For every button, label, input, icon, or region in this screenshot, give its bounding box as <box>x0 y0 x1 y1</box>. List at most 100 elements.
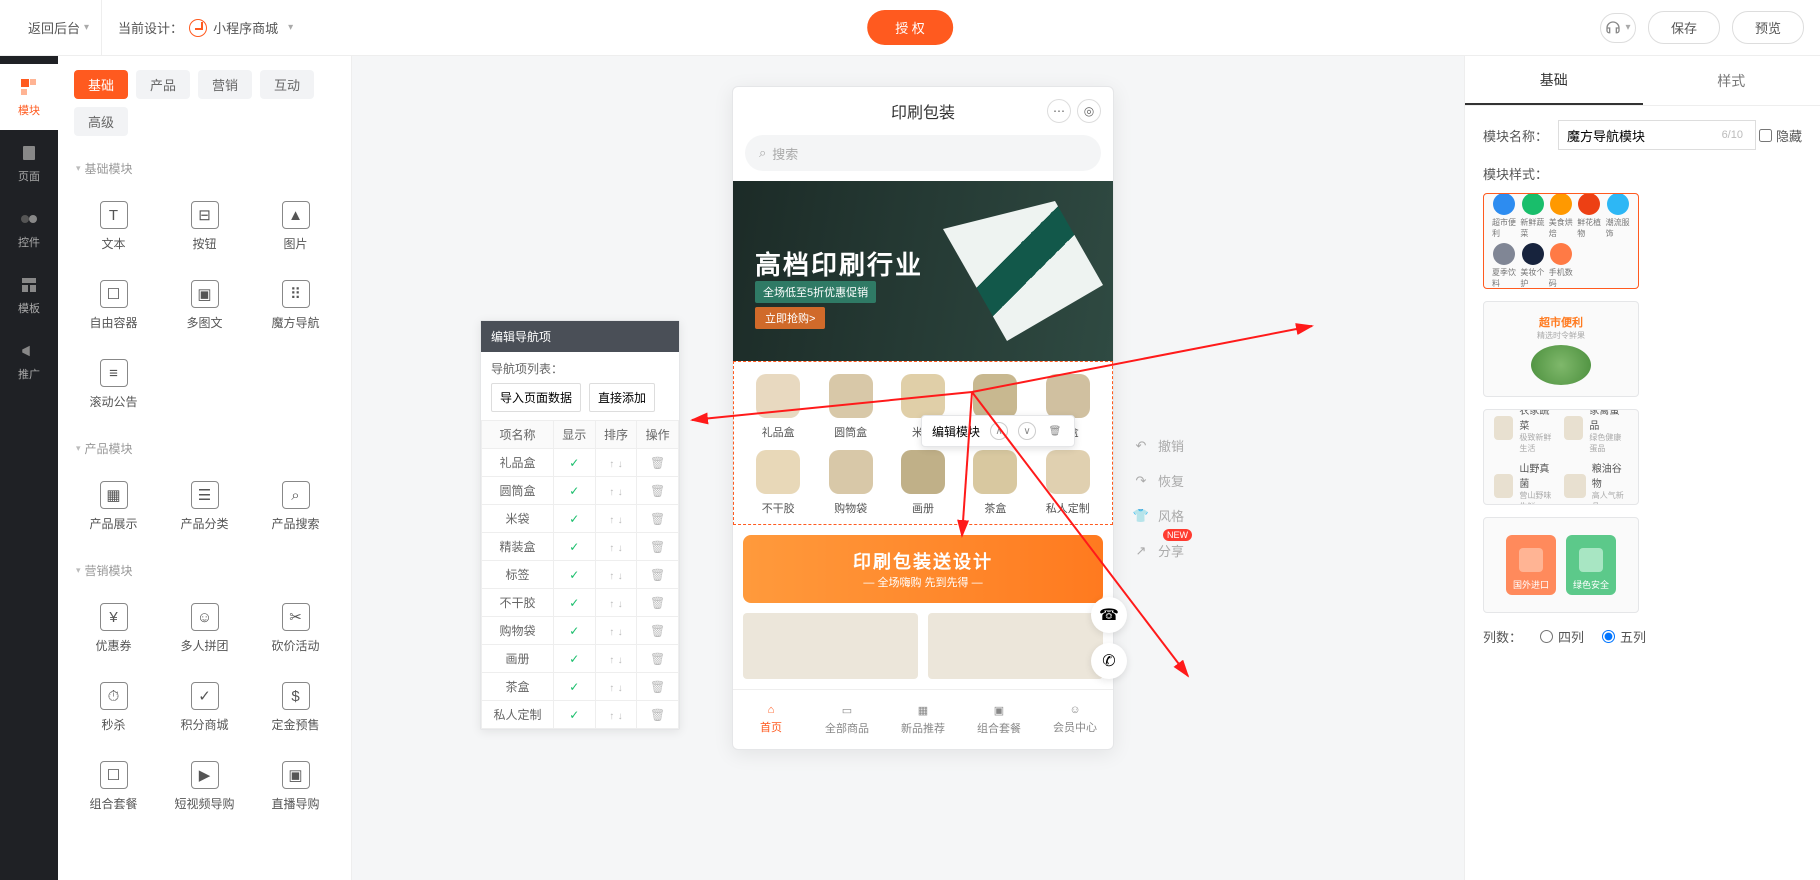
support-icon[interactable]: ▾ <box>1600 13 1636 43</box>
tab-member[interactable]: ☺会员中心 <box>1037 690 1113 749</box>
delete-row[interactable]: 🗑 <box>637 617 679 645</box>
radio-5col[interactable]: 五列 <box>1602 627 1646 646</box>
inspector-tab-style[interactable]: 样式 <box>1643 56 1820 105</box>
nav-item[interactable]: 茶盒 <box>959 450 1031 516</box>
nav-item[interactable]: 不干胶 <box>742 450 814 516</box>
visible-toggle[interactable]: ✓ <box>553 701 595 729</box>
more-icon[interactable]: ⋯ <box>1047 99 1071 123</box>
delete-row[interactable]: 🗑 <box>637 477 679 505</box>
preview-button[interactable]: 预览 <box>1732 11 1804 44</box>
module-item[interactable]: ☺多人拼团 <box>159 589 250 668</box>
sort-down[interactable]: ↓ <box>618 543 623 554</box>
sort-up[interactable]: ↑ <box>609 515 614 526</box>
inspector-tab-basic[interactable]: 基础 <box>1465 56 1643 105</box>
tab-advanced[interactable]: 高级 <box>74 107 128 136</box>
module-item[interactable]: ▲图片 <box>250 187 341 266</box>
target-icon[interactable]: ◎ <box>1077 99 1101 123</box>
module-item[interactable]: ☐自由容器 <box>68 266 159 345</box>
save-button[interactable]: 保存 <box>1648 11 1720 44</box>
style-option-2[interactable]: 超市便利 精选时令鲜果 <box>1483 301 1639 397</box>
sort-down[interactable]: ↓ <box>618 459 623 470</box>
radio-4col[interactable]: 四列 <box>1540 627 1584 646</box>
tab-product[interactable]: 产品 <box>136 70 190 99</box>
design-selector[interactable]: 当前设计： 小程序商城 ▾ <box>102 18 309 37</box>
module-item[interactable]: ⠿魔方导航 <box>250 266 341 345</box>
sort-up[interactable]: ↑ <box>609 571 614 582</box>
edit-module-label[interactable]: 编辑模块 <box>932 423 980 440</box>
module-item[interactable]: ⌕产品搜索 <box>250 467 341 546</box>
move-up-icon[interactable]: ∧ <box>990 422 1008 440</box>
module-item[interactable]: ⊟按钮 <box>159 187 250 266</box>
delete-row[interactable]: 🗑 <box>637 533 679 561</box>
module-item[interactable]: ☰产品分类 <box>159 467 250 546</box>
tab-new[interactable]: ▦新品推荐 <box>885 690 961 749</box>
tab-all[interactable]: ▭全部商品 <box>809 690 885 749</box>
back-button[interactable]: 返回后台▾ <box>16 0 102 55</box>
tab-basic[interactable]: 基础 <box>74 70 128 99</box>
rail-item-template[interactable]: 模板 <box>0 262 58 328</box>
visible-toggle[interactable]: ✓ <box>553 589 595 617</box>
visible-toggle[interactable]: ✓ <box>553 645 595 673</box>
delete-row[interactable]: 🗑 <box>637 673 679 701</box>
nav-item[interactable]: 礼品盒 <box>742 374 814 440</box>
module-item[interactable]: ☐组合套餐 <box>68 747 159 826</box>
tab-interact[interactable]: 互动 <box>260 70 314 99</box>
module-item[interactable]: ¥优惠券 <box>68 589 159 668</box>
module-item[interactable]: ✓积分商城 <box>159 668 250 747</box>
visible-toggle[interactable]: ✓ <box>553 673 595 701</box>
redo-button[interactable]: ↷恢复 <box>1132 471 1184 490</box>
visible-toggle[interactable]: ✓ <box>553 617 595 645</box>
tab-marketing[interactable]: 营销 <box>198 70 252 99</box>
module-item[interactable]: ▣直播导购 <box>250 747 341 826</box>
rail-item-widgets[interactable]: 控件 <box>0 196 58 262</box>
authorize-button[interactable]: 授 权 <box>867 10 953 45</box>
image-placeholder[interactable] <box>928 613 1103 679</box>
module-item[interactable]: ≡滚动公告 <box>68 345 159 424</box>
visible-toggle[interactable]: ✓ <box>553 533 595 561</box>
module-item[interactable]: ▣多图文 <box>159 266 250 345</box>
sort-up[interactable]: ↑ <box>609 459 614 470</box>
delete-row[interactable]: 🗑 <box>637 645 679 673</box>
sort-up[interactable]: ↑ <box>609 655 614 666</box>
nav-item[interactable]: 私人定制 <box>1032 450 1104 516</box>
promo-banner[interactable]: 印刷包装送设计 — 全场嗨购 先到先得 — <box>743 535 1103 603</box>
sort-up[interactable]: ↑ <box>609 683 614 694</box>
image-placeholder[interactable] <box>743 613 918 679</box>
style-option-4[interactable]: 国外进口 绿色安全 <box>1483 517 1639 613</box>
visible-toggle[interactable]: ✓ <box>553 561 595 589</box>
module-item[interactable]: ✂砍价活动 <box>250 589 341 668</box>
module-item[interactable]: T文本 <box>68 187 159 266</box>
move-down-icon[interactable]: ∨ <box>1018 422 1036 440</box>
search-input[interactable]: ⌕ 搜索 <box>745 135 1101 171</box>
sort-down[interactable]: ↓ <box>618 487 623 498</box>
sort-down[interactable]: ↓ <box>618 599 623 610</box>
sort-up[interactable]: ↑ <box>609 599 614 610</box>
banner[interactable]: 高档印刷行业 全场低至5折优惠促销 立即抢购> <box>733 181 1113 361</box>
delete-row[interactable]: 🗑 <box>637 505 679 533</box>
import-page-data-button[interactable]: 导入页面数据 <box>491 383 581 412</box>
visible-toggle[interactable]: ✓ <box>553 505 595 533</box>
sort-down[interactable]: ↓ <box>618 515 623 526</box>
delete-row[interactable]: 🗑 <box>637 589 679 617</box>
hide-checkbox[interactable]: 隐藏 <box>1759 126 1802 145</box>
sort-down[interactable]: ↓ <box>618 571 623 582</box>
rail-item-promote[interactable]: 推广 <box>0 328 58 394</box>
module-item[interactable]: $定金预售 <box>250 668 341 747</box>
phone-float-icon[interactable]: ☎ <box>1091 597 1127 633</box>
module-item[interactable]: ▦产品展示 <box>68 467 159 546</box>
rail-item-modules[interactable]: 模块 <box>0 64 58 130</box>
nav-item[interactable]: 购物袋 <box>814 450 886 516</box>
delete-icon[interactable]: 🗑 <box>1046 422 1064 440</box>
sort-down[interactable]: ↓ <box>618 683 623 694</box>
sort-up[interactable]: ↑ <box>609 543 614 554</box>
delete-row[interactable]: 🗑 <box>637 701 679 729</box>
sort-up[interactable]: ↑ <box>609 487 614 498</box>
direct-add-button[interactable]: 直接添加 <box>589 383 655 412</box>
style-button[interactable]: 👕风格 <box>1132 506 1184 525</box>
visible-toggle[interactable]: ✓ <box>553 477 595 505</box>
wechat-float-icon[interactable]: ✆ <box>1091 643 1127 679</box>
tab-combo[interactable]: ▣组合套餐 <box>961 690 1037 749</box>
undo-button[interactable]: ↶撤销 <box>1132 436 1184 455</box>
sort-down[interactable]: ↓ <box>618 627 623 638</box>
sort-up[interactable]: ↑ <box>609 627 614 638</box>
